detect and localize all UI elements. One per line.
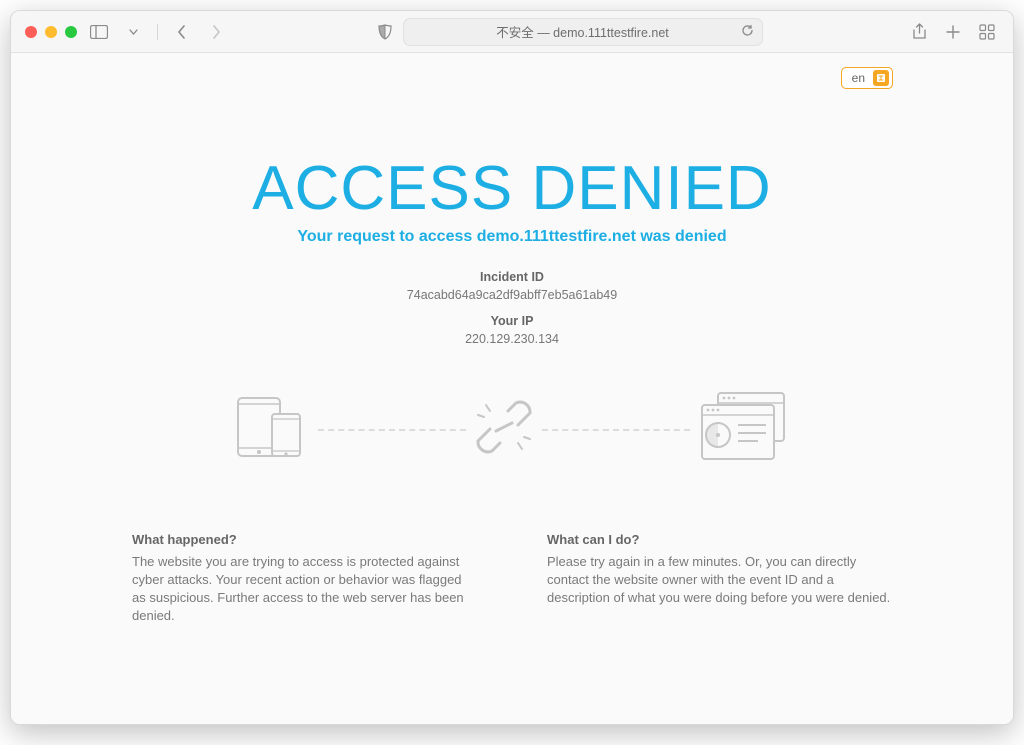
language-label: en (852, 71, 865, 85)
privacy-shield-icon[interactable] (373, 21, 397, 43)
incident-id-label: Incident ID (480, 270, 544, 284)
toolbar-separator (157, 24, 158, 40)
address-bar[interactable]: 不安全 — demo.111ttestfire.net (403, 18, 763, 46)
broken-link-icon (472, 397, 536, 462)
page-title: ACCESS DENIED (91, 153, 933, 224)
what-can-i-do-column: What can I do? Please try again in a few… (547, 531, 892, 626)
your-ip-label: Your IP (491, 314, 534, 328)
what-happened-heading: What happened? (132, 531, 477, 549)
close-window-button[interactable] (25, 26, 37, 38)
devices-icon (232, 392, 312, 467)
address-bar-wrap: 不安全 — demo.111ttestfire.net (238, 18, 897, 46)
forward-button[interactable] (204, 21, 228, 43)
browser-chrome: 不安全 — demo.111ttestfire.net (11, 11, 1013, 53)
what-happened-column: What happened? The website you are tryin… (132, 531, 477, 626)
incident-id-value: 74acabd64a9ca2df9abff7eb5a61ab49 (91, 286, 933, 304)
info-columns: What happened? The website you are tryin… (132, 531, 892, 626)
maximize-window-button[interactable] (65, 26, 77, 38)
dotted-line-left (318, 429, 466, 431)
hero-section: ACCESS DENIED Your request to access dem… (91, 153, 933, 246)
what-happened-body: The website you are trying to access is … (132, 553, 477, 626)
sidebar-dropdown-button[interactable] (121, 21, 145, 43)
new-tab-button[interactable] (941, 21, 965, 43)
address-bar-text: 不安全 — demo.111ttestfire.net (414, 22, 752, 41)
what-can-i-do-heading: What can I do? (547, 531, 892, 549)
share-button[interactable] (907, 21, 931, 43)
page-subtitle: Your request to access demo.111ttestfire… (91, 228, 933, 246)
traffic-lights (25, 26, 77, 38)
tab-overview-button[interactable] (975, 21, 999, 43)
browser-window: 不安全 — demo.111ttestfire.net en (10, 10, 1014, 725)
reload-button[interactable] (741, 24, 754, 40)
language-selector[interactable]: en (841, 67, 893, 89)
what-can-i-do-body: Please try again in a few minutes. Or, y… (547, 553, 892, 608)
right-toolbar (907, 21, 999, 43)
your-ip-value: 220.129.230.134 (91, 330, 933, 348)
language-icon (873, 70, 889, 86)
sidebar-toggle-button[interactable] (87, 21, 111, 43)
dotted-line-right (542, 429, 690, 431)
back-button[interactable] (170, 21, 194, 43)
meta-block: Incident ID 74acabd64a9ca2df9abff7eb5a61… (91, 268, 933, 349)
minimize-window-button[interactable] (45, 26, 57, 38)
server-window-icon (696, 391, 792, 468)
connection-graphic (232, 385, 792, 475)
page-content: en ACCESS DENIED Your request to access … (11, 53, 1013, 724)
